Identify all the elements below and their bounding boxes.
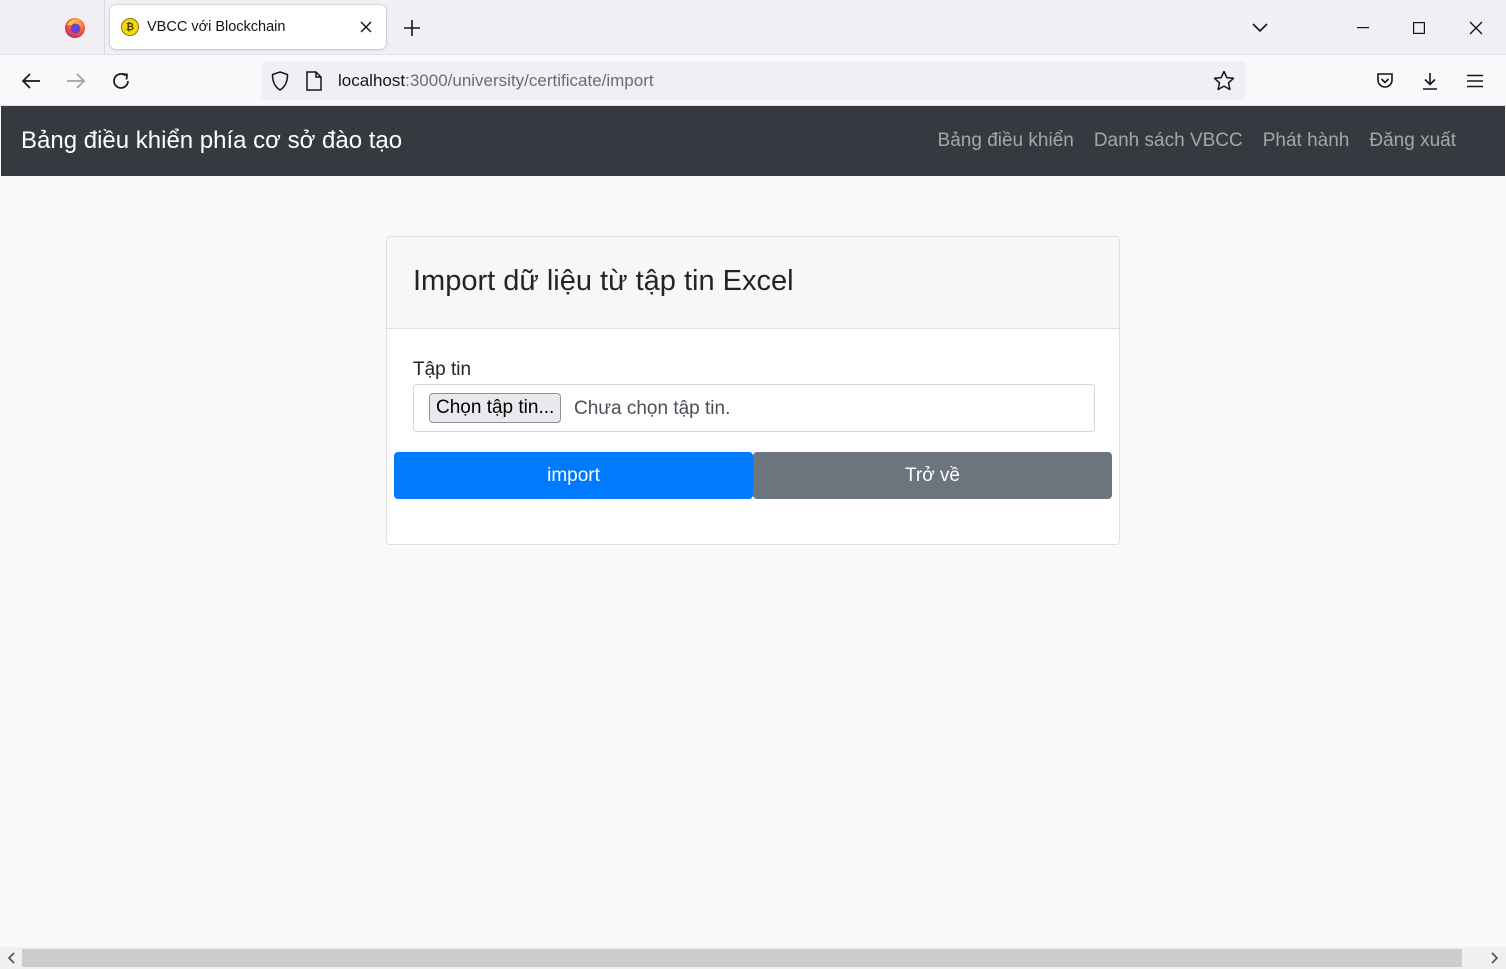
back-arrow-icon[interactable] [16,66,46,96]
tab-separator [104,0,105,55]
card-header: Import dữ liệu từ tập tin Excel [387,237,1119,329]
download-icon[interactable] [1415,66,1445,96]
url-path: :3000/university/certificate/import [405,71,654,90]
bookmark-star-icon[interactable] [1212,69,1236,93]
horizontal-scrollbar[interactable] [0,947,1506,969]
chevron-down-icon[interactable] [1246,14,1274,42]
import-button[interactable]: import [394,452,753,499]
browser-window: ₿ VBCC với Blockchain localhost:3000/uni… [0,0,1506,969]
url-bar[interactable]: localhost:3000/university/certificate/im… [261,61,1246,100]
minimize-window-button[interactable] [1335,0,1391,55]
tab-title: VBCC với Blockchain [147,19,286,35]
pocket-icon[interactable] [1370,66,1400,96]
card-title: Import dữ liệu từ tập tin Excel [413,265,794,297]
tab-vbcc[interactable]: ₿ VBCC với Blockchain [110,5,386,49]
shield-icon[interactable] [269,70,291,92]
nav-link-certificate-list[interactable]: Danh sách VBCC [1094,130,1243,152]
nav-link-dashboard[interactable]: Bảng điều khiển [938,130,1074,152]
maximize-window-button[interactable] [1391,0,1447,55]
url-host: localhost [338,71,406,90]
choose-file-button[interactable]: Chọn tập tin... [429,393,562,423]
new-tab-button[interactable] [398,14,426,42]
forward-arrow-icon[interactable] [61,66,91,96]
tab-strip: ₿ VBCC với Blockchain [0,0,1506,55]
file-field-label: Tập tin [413,359,472,380]
nav-link-logout[interactable]: Đăng xuất [1369,130,1456,152]
scroll-right-arrow-icon[interactable] [1484,947,1506,969]
file-status-text: Chưa chọn tập tin. [574,398,731,419]
scrollbar-thumb[interactable] [22,949,1462,967]
close-window-button[interactable] [1448,0,1504,55]
nav-link-issue[interactable]: Phát hành [1263,130,1350,152]
close-icon[interactable] [354,15,378,39]
site-favicon-icon: ₿ [121,18,139,36]
browser-toolbar: localhost:3000/university/certificate/im… [0,55,1506,106]
firefox-icon[interactable] [63,16,87,40]
reload-icon[interactable] [106,66,136,96]
nav-links: Bảng điều khiển Danh sách VBCC Phát hành… [938,130,1456,152]
page-content: Bảng điều khiển phía cơ sở đào tạo Bảng … [1,106,1505,947]
app-navbar: Bảng điều khiển phía cơ sở đào tạo Bảng … [1,106,1505,176]
url-text[interactable]: localhost:3000/university/certificate/im… [338,71,654,91]
import-card: Import dữ liệu từ tập tin Excel Tập tin … [386,236,1120,545]
back-button[interactable]: Trở về [753,452,1112,499]
hamburger-menu-icon[interactable] [1460,66,1490,96]
app-brand[interactable]: Bảng điều khiển phía cơ sở đào tạo [21,127,402,155]
file-input[interactable]: Chọn tập tin... Chưa chọn tập tin. [413,384,1095,432]
page-icon[interactable] [305,70,325,92]
scroll-left-arrow-icon[interactable] [0,947,22,969]
